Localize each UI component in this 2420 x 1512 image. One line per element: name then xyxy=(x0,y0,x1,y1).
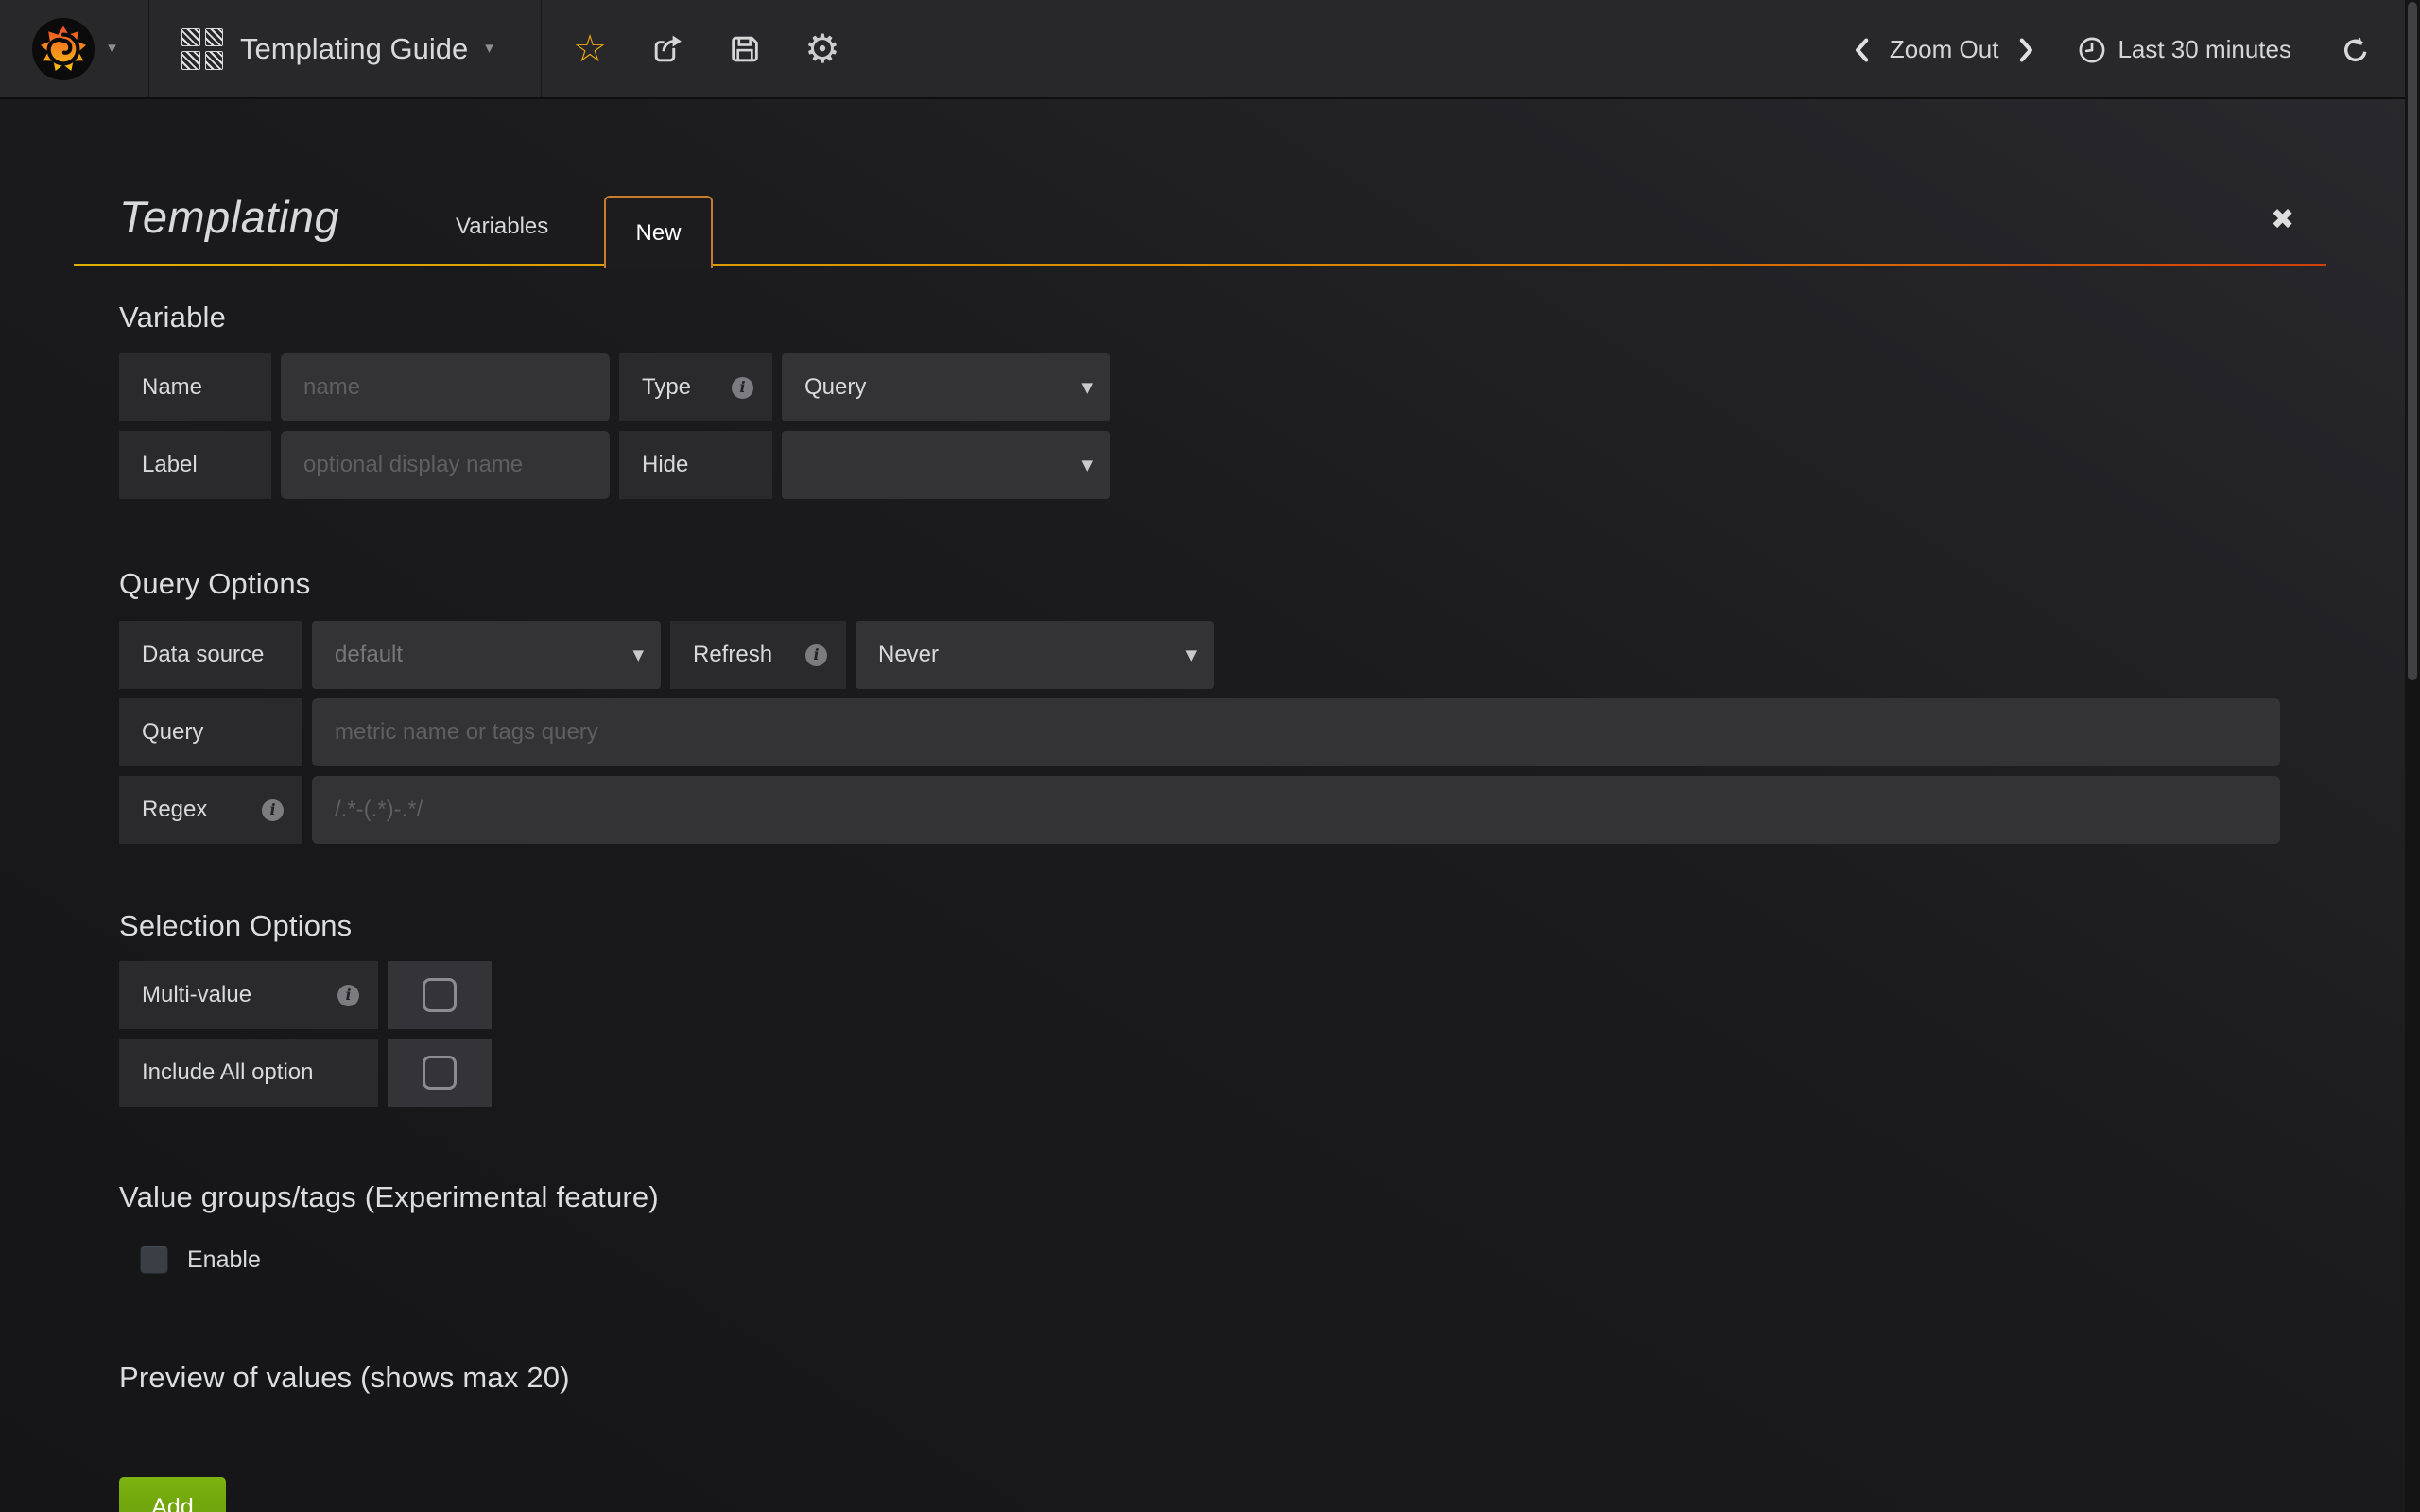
chevron-right-icon xyxy=(2019,38,2034,62)
regex-label-text: Regex xyxy=(142,797,207,823)
info-icon[interactable]: i xyxy=(732,377,753,399)
chevron-down-icon: ▼ xyxy=(1081,379,1093,396)
enable-label: Enable xyxy=(187,1246,261,1274)
zoom-out-button[interactable]: Zoom Out xyxy=(1890,35,1999,64)
info-icon[interactable]: i xyxy=(805,644,827,666)
query-options-heading-wrap: Query Options xyxy=(119,567,310,601)
chevron-down-icon: ▼ xyxy=(1081,456,1093,473)
multi-value-label: Multi-value i xyxy=(119,961,378,1029)
type-select[interactable]: Query ▼ xyxy=(782,353,1110,421)
section-heading: Query Options xyxy=(119,567,310,601)
section-heading: Value groups/tags (Experimental feature) xyxy=(119,1180,659,1214)
page-title: Templating xyxy=(119,191,339,243)
refresh-icon xyxy=(2341,35,2371,65)
clock-icon xyxy=(2078,36,2106,64)
name-label: Name xyxy=(119,353,271,421)
query-row: Query xyxy=(119,698,2280,766)
save-button[interactable] xyxy=(706,0,784,98)
chevron-down-icon: ▼ xyxy=(1185,646,1197,663)
scrollbar-track[interactable] xyxy=(2405,0,2420,1512)
hide-select[interactable]: ▼ xyxy=(782,431,1110,499)
tab-new[interactable]: New xyxy=(604,196,713,268)
type-label: Type i xyxy=(619,353,772,421)
settings-button[interactable]: ⚙ xyxy=(784,0,861,98)
top-navbar: ▾ Templating Guide ▾ ☆ xyxy=(0,0,2420,99)
query-options-row-1: Data source default ▼ Refresh i Never ▼ xyxy=(119,621,1214,689)
regex-label: Regex i xyxy=(119,776,302,844)
chevron-down-icon: ▾ xyxy=(108,41,116,57)
checkbox-unchecked xyxy=(423,978,457,1012)
favorite-button[interactable]: ☆ xyxy=(551,0,629,98)
refresh-label: Refresh i xyxy=(670,621,846,689)
tabs-underline xyxy=(74,264,2326,266)
variable-row-1: Name Type i Query ▼ xyxy=(119,353,1110,421)
time-range-label: Last 30 minutes xyxy=(2118,35,2291,64)
refresh-select[interactable]: Never ▼ xyxy=(856,621,1214,689)
label-label: Label xyxy=(119,431,271,499)
section-heading: Preview of values (shows max 20) xyxy=(119,1361,570,1395)
share-button[interactable] xyxy=(629,0,706,98)
type-select-value: Query xyxy=(804,374,866,401)
include-all-checkbox[interactable] xyxy=(388,1039,492,1107)
dashboard-title: Templating Guide xyxy=(240,32,468,66)
refresh-label-text: Refresh xyxy=(693,642,772,668)
refresh-button[interactable] xyxy=(2341,35,2371,65)
grafana-menu-button[interactable]: ▾ xyxy=(0,0,149,97)
regex-row: Regex i xyxy=(119,776,2280,844)
grafana-flame-icon xyxy=(36,22,91,77)
dashboard-actions: ☆ ⚙ xyxy=(542,0,861,97)
info-icon[interactable]: i xyxy=(337,985,359,1006)
preview-heading-wrap: Preview of values (shows max 20) xyxy=(119,1361,570,1395)
query-input[interactable] xyxy=(312,698,2280,766)
close-icon[interactable]: ✖ xyxy=(2271,206,2294,234)
hide-label: Hide xyxy=(619,431,772,499)
save-icon xyxy=(728,32,762,66)
time-forward-button[interactable] xyxy=(2019,38,2034,62)
variable-row-2: Label Hide ▼ xyxy=(119,431,1110,499)
datasource-select[interactable]: default ▼ xyxy=(312,621,661,689)
include-all-row: Include All option xyxy=(119,1039,492,1107)
checkbox-unchecked xyxy=(423,1056,457,1090)
chevron-left-icon xyxy=(1854,38,1869,62)
time-controls: Zoom Out Last 30 minutes xyxy=(1854,0,2371,99)
datasource-select-value: default xyxy=(335,642,403,668)
scrollbar-thumb[interactable] xyxy=(2408,2,2417,680)
multi-value-row: Multi-value i xyxy=(119,961,492,1029)
include-all-label: Include All option xyxy=(119,1039,378,1107)
refresh-select-value: Never xyxy=(878,642,939,668)
datasource-label: Data source xyxy=(119,621,302,689)
share-icon xyxy=(650,32,684,66)
regex-input[interactable] xyxy=(312,776,2280,844)
grafana-app: ▾ Templating Guide ▾ ☆ xyxy=(0,0,2420,1512)
dashboard-picker[interactable]: Templating Guide ▾ xyxy=(149,0,542,97)
dashboard-grid-icon xyxy=(182,28,223,70)
query-label: Query xyxy=(119,698,302,766)
enable-row: Enable xyxy=(140,1246,261,1274)
gear-icon: ⚙ xyxy=(804,29,840,69)
grafana-logo xyxy=(32,18,95,80)
multi-value-checkbox[interactable] xyxy=(388,961,492,1029)
chevron-down-icon: ▾ xyxy=(485,41,493,57)
selection-options-heading-wrap: Selection Options xyxy=(119,909,352,943)
section-heading: Variable xyxy=(119,301,226,335)
add-button[interactable]: Add xyxy=(119,1477,226,1512)
multi-value-label-text: Multi-value xyxy=(142,982,251,1008)
type-label-text: Type xyxy=(642,374,691,401)
chevron-down-icon: ▼ xyxy=(632,646,644,663)
star-icon: ☆ xyxy=(573,30,607,68)
label-input[interactable] xyxy=(281,431,610,499)
value-groups-heading-wrap: Value groups/tags (Experimental feature) xyxy=(119,1180,659,1214)
tab-variables[interactable]: Variables xyxy=(442,210,562,244)
variable-section-heading-wrap: Variable xyxy=(119,301,226,335)
info-icon[interactable]: i xyxy=(262,799,284,821)
time-back-button[interactable] xyxy=(1854,38,1869,62)
enable-checkbox[interactable] xyxy=(140,1246,168,1274)
section-heading: Selection Options xyxy=(119,909,352,943)
time-range-picker[interactable]: Last 30 minutes xyxy=(2078,35,2291,64)
name-input[interactable] xyxy=(281,353,610,421)
